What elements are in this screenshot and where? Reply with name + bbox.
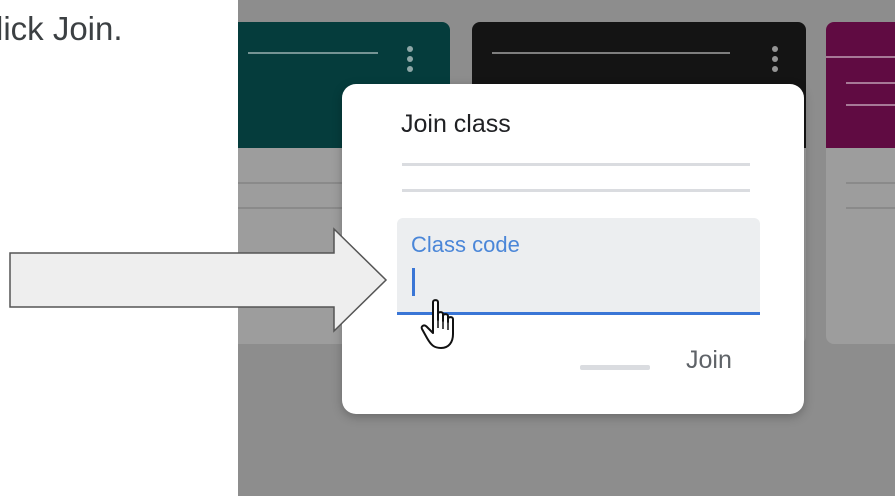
class-title-placeholder xyxy=(846,82,895,84)
redacted-text-line xyxy=(402,163,750,166)
vertical-dots-icon[interactable] xyxy=(772,46,778,76)
cancel-button[interactable] xyxy=(580,365,650,370)
text-caret xyxy=(412,268,415,296)
vertical-dots-icon[interactable] xyxy=(407,46,413,76)
class-code-label: Class code xyxy=(411,232,520,257)
class-card-header xyxy=(826,22,895,148)
class-title-placeholder xyxy=(248,52,378,54)
join-class-dialog: Join class Class code Join xyxy=(342,84,804,414)
join-button[interactable]: Join xyxy=(686,346,732,375)
instruction-text: lick Join. xyxy=(0,10,123,47)
redacted-text-line xyxy=(402,189,750,192)
card-divider xyxy=(846,207,895,209)
class-title-placeholder xyxy=(826,56,895,58)
class-title-placeholder xyxy=(846,104,895,106)
card-divider xyxy=(846,182,895,184)
class-title-placeholder xyxy=(492,52,730,54)
hand-pointer-icon xyxy=(420,299,454,349)
class-card[interactable] xyxy=(826,22,895,344)
dialog-title: Join class xyxy=(401,110,511,138)
right-arrow-icon xyxy=(9,227,388,333)
